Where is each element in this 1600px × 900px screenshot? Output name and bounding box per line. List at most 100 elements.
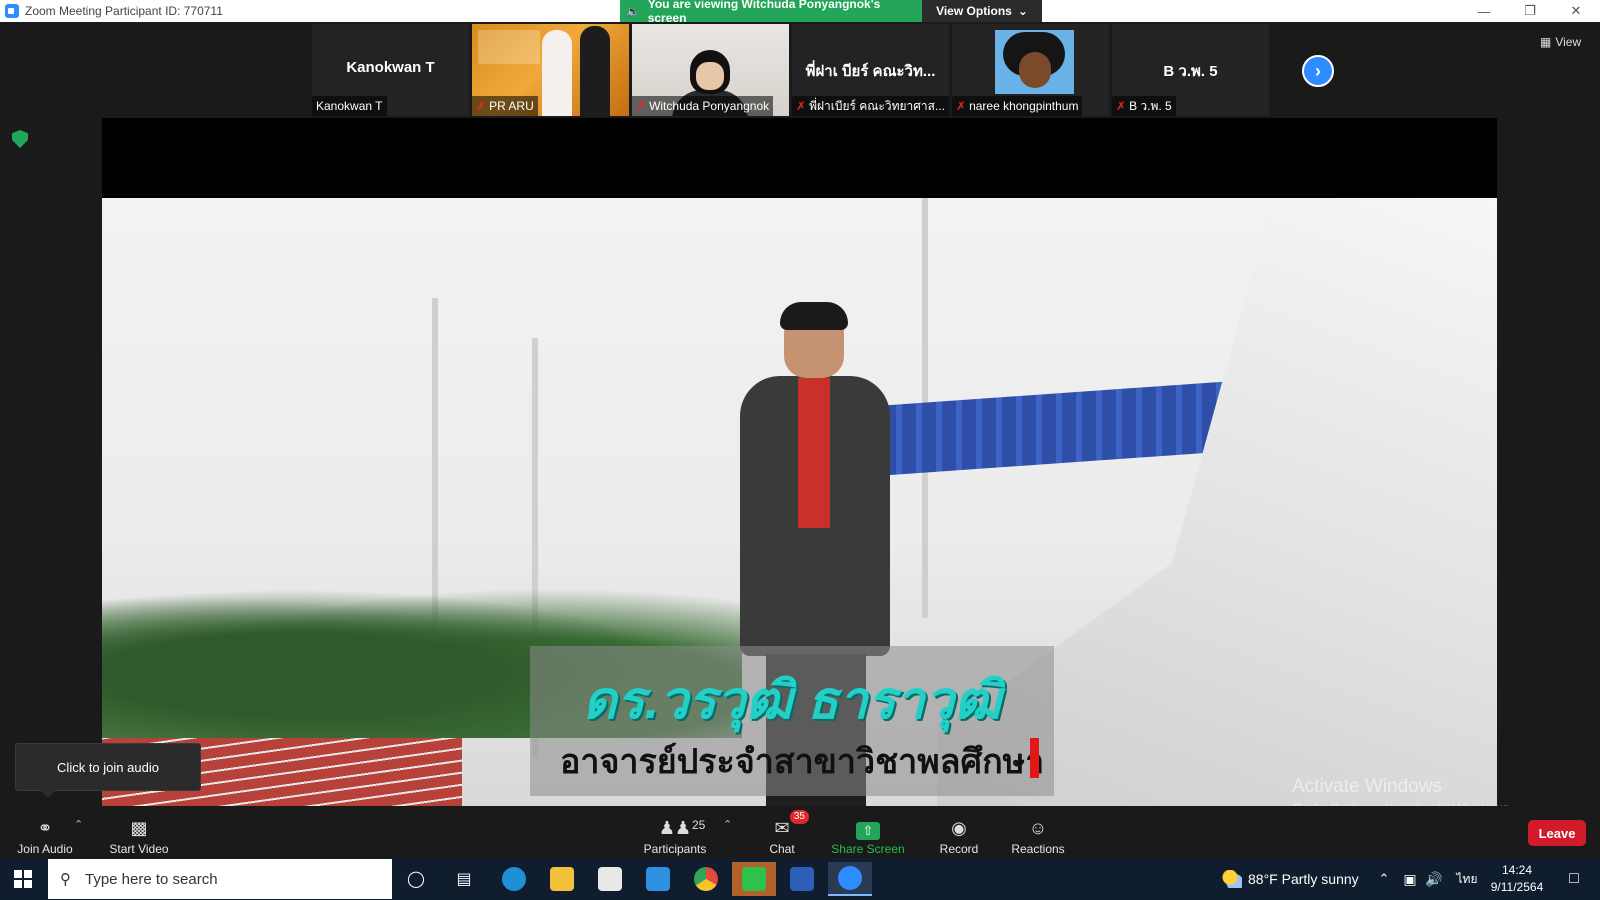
chat-label: Chat xyxy=(769,842,795,856)
activate-windows-title: Activate Windows xyxy=(1292,776,1442,797)
speaker-icon: 🔈 xyxy=(626,5,640,18)
weather-widget[interactable]: 88°F Partly sunny xyxy=(1222,870,1359,888)
participants-options-caret[interactable]: ⌃ xyxy=(723,818,732,831)
lower-third-caption: ดร.วรวุฒิ ธาราวุฒิ อาจารย์ประจำสาขาวิชาพ… xyxy=(530,646,1054,796)
tile-display-name: พี่ฝาเ บียร์ คณะวิท... xyxy=(805,63,936,80)
volume-icon[interactable]: 🔊 xyxy=(1422,868,1446,890)
zoom-app-icon[interactable] xyxy=(828,862,872,896)
grid-icon: ▦ xyxy=(1540,35,1552,49)
chrome-app-icon[interactable] xyxy=(684,862,728,896)
participants-icon: ♟♟ 25 xyxy=(658,817,706,838)
store-app-icon[interactable] xyxy=(588,862,632,896)
join-audio-label: Join Audio xyxy=(17,842,73,856)
taskbar-search-box[interactable]: ⚲ Type here to search xyxy=(48,859,392,899)
participant-tile[interactable]: ✗ PR ARU xyxy=(472,24,629,116)
mail-app-icon[interactable] xyxy=(636,862,680,896)
restore-icon: ❐ xyxy=(1524,3,1536,18)
mic-muted-icon: ✗ xyxy=(1116,99,1127,113)
zoom-window: Zoom Meeting Participant ID: 770711 🔈 Yo… xyxy=(0,0,1600,900)
presenter-hair xyxy=(780,302,848,330)
record-icon: ◉ xyxy=(951,817,967,838)
participant-tile[interactable]: ✗ naree khongpinthum xyxy=(952,24,1109,116)
record-button[interactable]: ◉ Record xyxy=(934,812,984,857)
meeting-toolbar: ⚭ Join Audio ⌃ ▩ Start Video ♟♟ 25 Partic… xyxy=(0,806,1600,858)
start-video-label: Start Video xyxy=(109,842,169,856)
caption-accent-bar xyxy=(1030,738,1039,778)
file-explorer-icon[interactable] xyxy=(540,862,584,896)
windows-start-icon[interactable] xyxy=(14,870,32,888)
chat-unread-badge: 35 xyxy=(789,810,809,824)
tile-name-label: ✗ Witchuda Ponyangnok xyxy=(632,96,774,116)
participant-tile[interactable]: B ว.พ. 5 ✗ B ว.พ. 5 xyxy=(1112,24,1269,116)
tile-label-text: พี่ฝาเบียร์ คณะวิทยาศาส... xyxy=(809,98,945,113)
line-app-icon[interactable] xyxy=(732,862,776,896)
share-banner: 🔈 You are viewing Witchuda Ponyangnok's … xyxy=(620,0,922,25)
reactions-label: Reactions xyxy=(1011,842,1065,856)
camera-person-face xyxy=(696,62,724,90)
stadium-roof xyxy=(882,380,1242,476)
clock-date: 9/11/2564 xyxy=(1490,880,1544,894)
share-screen-button[interactable]: ⇧ Share Screen xyxy=(830,812,906,856)
caption-role: อาจารย์ประจำสาขาวิชาพลศึกษา xyxy=(560,743,1045,781)
language-indicator[interactable]: ไทย xyxy=(1452,868,1482,890)
tile-name-label: ✗ naree khongpinthum xyxy=(952,96,1083,116)
tile-name-label: Kanokwan T xyxy=(312,96,387,116)
minimize-button[interactable]: — xyxy=(1462,0,1506,22)
chat-button[interactable]: ✉ 35 Chat xyxy=(760,810,809,856)
task-view-icon[interactable]: ▤ xyxy=(452,868,476,890)
cortana-icon[interactable]: ◯ xyxy=(404,868,428,890)
share-banner-text: You are viewing Witchuda Ponyangnok's sc… xyxy=(647,0,881,25)
chevron-right-icon: › xyxy=(1315,60,1321,81)
tile-label-text: naree khongpinthum xyxy=(969,99,1079,113)
close-icon: ✕ xyxy=(1570,3,1582,18)
taskbar-clock[interactable]: 14:24 9/11/2564 xyxy=(1482,862,1552,896)
search-placeholder: Type here to search xyxy=(85,870,218,888)
headphones-icon: ⚭ xyxy=(37,817,53,838)
word-app-icon[interactable] xyxy=(780,862,824,896)
participant-tile-active-speaker[interactable]: ✗ Witchuda Ponyangnok xyxy=(632,24,789,116)
avatar-face xyxy=(1019,52,1051,88)
join-audio-tooltip: Click to join audio xyxy=(15,743,201,798)
security-shield-icon[interactable] xyxy=(12,130,28,148)
restore-button[interactable]: ❐ xyxy=(1508,0,1552,22)
view-button[interactable]: ▦ View xyxy=(1540,32,1581,52)
audio-options-caret[interactable]: ⌃ xyxy=(74,818,83,831)
network-icon[interactable]: ▣ xyxy=(1398,868,1422,890)
view-options-label: View Options xyxy=(936,4,1012,18)
notifications-icon[interactable]: □ xyxy=(1562,868,1586,890)
tray-chevron-up-icon[interactable]: ⌃ xyxy=(1372,868,1396,890)
participants-count: 25 xyxy=(692,818,706,832)
poster-figure-left xyxy=(542,30,572,116)
next-page-button[interactable]: › xyxy=(1302,55,1334,87)
start-video-button[interactable]: ▩ Start Video xyxy=(106,812,172,857)
shared-screen: ดร.วรวุฒิ ธาราวุฒิ อาจารย์ประจำสาขาวิชาพ… xyxy=(102,118,1497,806)
mic-muted-icon: ✗ xyxy=(956,99,967,113)
chevron-down-icon: ⌄ xyxy=(1017,4,1028,18)
windows-taskbar: ⚲ Type here to search ◯ ▤ 88°F Partly su… xyxy=(0,858,1600,900)
poster-figure-right xyxy=(580,26,610,116)
edge-app-icon[interactable] xyxy=(492,862,536,896)
smiley-icon: ☺ xyxy=(1028,817,1048,838)
video-off-icon: ▩ xyxy=(130,817,148,838)
window-title: Zoom Meeting Participant ID: 770711 xyxy=(25,4,223,18)
mic-muted-icon: ✗ xyxy=(476,99,487,113)
close-button[interactable]: ✕ xyxy=(1554,0,1598,22)
tile-label-text: B ว.พ. 5 xyxy=(1129,98,1172,113)
reactions-button[interactable]: ☺ Reactions xyxy=(1010,812,1066,857)
leave-button[interactable]: Leave xyxy=(1528,820,1586,846)
share-screen-icon: ⇧ xyxy=(856,822,880,840)
tile-label-text: Witchuda Ponyangnok xyxy=(649,99,770,113)
participants-button[interactable]: ♟♟ 25 Participants xyxy=(640,812,710,857)
tile-label-text: PR ARU xyxy=(489,99,534,113)
weather-text: 88°F Partly sunny xyxy=(1248,871,1359,887)
shared-video-frame: ดร.วรวุฒิ ธาราวุฒิ อาจารย์ประจำสาขาวิชาพ… xyxy=(102,198,1497,806)
mic-muted-icon: ✗ xyxy=(636,99,647,113)
partly-sunny-icon xyxy=(1222,870,1242,888)
participant-tile[interactable]: พี่ฝาเ บียร์ คณะวิท... ✗ พี่ฝาเบียร์ คณะ… xyxy=(792,24,949,116)
tile-display-name: B ว.พ. 5 xyxy=(1163,63,1218,80)
view-label: View xyxy=(1555,35,1582,49)
participant-tile[interactable]: Kanokwan T Kanokwan T xyxy=(312,24,469,116)
join-audio-button[interactable]: ⚭ Join Audio xyxy=(14,812,76,857)
view-options-button[interactable]: View Options ⌄ xyxy=(922,0,1042,22)
leave-label: Leave xyxy=(1538,825,1576,841)
